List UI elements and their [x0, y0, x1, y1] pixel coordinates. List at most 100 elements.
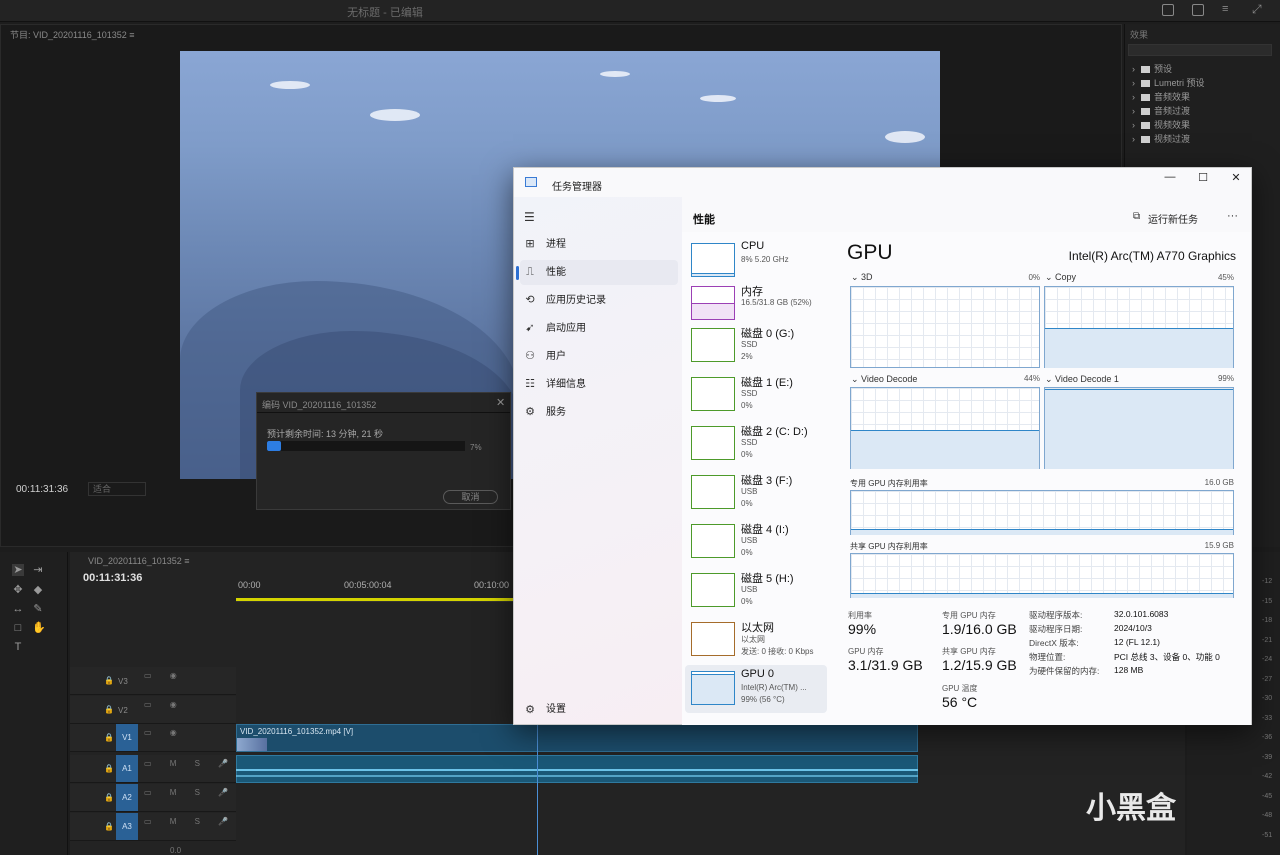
effects-folder-item[interactable]: › 音频效果	[1132, 90, 1190, 103]
lock-icon[interactable]: 🔒	[104, 793, 114, 802]
hamburger-menu-icon[interactable]: ☰	[524, 210, 535, 224]
resource-sub: 以太网	[741, 635, 765, 644]
detail-key: DirectX 版本:	[1029, 638, 1079, 648]
track-target-toggle[interactable]: V1	[116, 724, 138, 751]
effects-folder-item[interactable]: › 音频过渡	[1132, 104, 1190, 117]
folder-icon	[1141, 108, 1150, 116]
track-controls[interactable]: ▭ M S 🎤	[144, 788, 236, 797]
minimize-icon[interactable]: —	[1163, 171, 1177, 183]
pen-tool-icon[interactable]: ✎	[32, 603, 44, 615]
meter-db-label: -42	[1262, 773, 1273, 780]
track-controls[interactable]: ▭ ◉	[144, 700, 185, 709]
resource-sparkline	[691, 426, 735, 460]
gpu-temp-value: 56 °C	[942, 694, 978, 710]
engine-dropdown[interactable]: ⌄ Copy	[1045, 272, 1076, 283]
engine-percent: 99%	[1217, 374, 1234, 383]
time-remaining: 预计剩余时间: 13 分钟, 21 秒	[267, 429, 384, 439]
resource-name: CPU	[741, 240, 765, 252]
timeline-timecode[interactable]: 00:11:31:36	[83, 572, 142, 584]
chevron-right-icon: ›	[1132, 106, 1135, 116]
shared-memory-stat-label: 共享 GPU 内存	[942, 647, 996, 656]
nav-item[interactable]: 进程	[520, 232, 678, 257]
track-controls[interactable]: ▭ ◉	[144, 671, 185, 680]
rectangle-tool-icon[interactable]: □	[12, 622, 24, 634]
effects-folder-item[interactable]: › 视频效果	[1132, 118, 1190, 131]
dedicated-memory-graph	[850, 490, 1234, 535]
engine-percent: 44%	[1023, 374, 1040, 383]
nav-item-settings[interactable]: 设置	[520, 697, 678, 722]
share-icon[interactable]	[1192, 4, 1204, 16]
maximize-icon[interactable]: ☐	[1196, 171, 1210, 184]
effects-folder-item[interactable]: › 视频过渡	[1132, 132, 1190, 145]
encode-percent: 7%	[470, 443, 482, 452]
lock-icon[interactable]: 🔒	[104, 705, 114, 714]
nav-item[interactable]: 性能	[520, 260, 678, 285]
meter-db-label: -45	[1262, 792, 1273, 800]
nav-item[interactable]: 详细信息	[520, 372, 678, 397]
effects-header: 效果	[1130, 30, 1149, 40]
track-name: V2	[118, 706, 128, 715]
fit-dropdown[interactable]: 适合	[88, 482, 146, 496]
page-title: 性能	[693, 214, 715, 226]
divider	[257, 412, 510, 413]
resource-sub: SSD	[741, 389, 758, 398]
resource-sparkline	[691, 524, 735, 558]
lock-icon[interactable]: 🔒	[104, 733, 114, 742]
slip-tool-icon[interactable]: ↔	[12, 603, 24, 615]
nav-item[interactable]: 用户	[520, 344, 678, 369]
gpu-model: Intel(R) Arc(TM) A770 Graphics	[1068, 249, 1236, 263]
dedicated-memory-stat-label: 专用 GPU 内存	[942, 611, 996, 620]
resource-sub: 99% (56 °C)	[741, 695, 785, 704]
track-controls[interactable]: ▭ M S 🎤	[144, 759, 236, 768]
cancel-button[interactable]: 取消	[443, 490, 498, 504]
track-target-toggle[interactable]: A3	[116, 813, 138, 840]
nav-item[interactable]: 服务	[520, 400, 678, 425]
effects-folder-item[interactable]: › Lumetri 预设	[1132, 76, 1205, 89]
engine-dropdown[interactable]: ⌄ 3D	[851, 272, 873, 283]
effects-folder-label: 视频过渡	[1154, 134, 1191, 144]
lock-icon[interactable]: 🔒	[104, 822, 114, 831]
audio-waveform	[236, 769, 918, 771]
type-tool-icon[interactable]: T	[12, 641, 24, 653]
resource-name: 内存	[741, 286, 763, 298]
ruler-tick: 00:10:00	[474, 580, 510, 590]
lock-icon[interactable]: 🔒	[104, 676, 114, 685]
detail-key: 为硬件保留的内存:	[1029, 666, 1100, 676]
resource-sub: 0%	[741, 401, 753, 410]
gpu-memory-label: GPU 内存	[848, 647, 884, 656]
chevron-right-icon: ›	[1132, 64, 1135, 74]
razor-icon[interactable]: ◆	[32, 584, 44, 596]
hand-tool-icon[interactable]: ✋	[32, 622, 46, 634]
run-new-task-button[interactable]: 运行新任务	[1148, 211, 1198, 226]
expand-icon[interactable]: ⤢	[1252, 2, 1262, 17]
users-icon: ⚇	[525, 350, 535, 362]
track-controls[interactable]: ▭ ◉	[144, 728, 185, 737]
close-icon[interactable]: ✕	[1229, 171, 1243, 184]
watermark-logo: 小黑盒	[1086, 792, 1176, 825]
engine-dropdown[interactable]: ⌄ Video Decode 1	[1045, 374, 1119, 385]
lock-icon[interactable]: 🔒	[104, 764, 114, 773]
menu-icon[interactable]: ≡	[1222, 3, 1228, 15]
effects-folder-item[interactable]: › 预设	[1132, 62, 1172, 75]
timeline-tab[interactable]: VID_20201116_101352 ≡	[88, 556, 190, 566]
ripple-edit-icon[interactable]: ✥	[12, 584, 24, 596]
nav-item[interactable]: 应用历史记录	[520, 288, 678, 313]
more-options-button[interactable]: ···	[1227, 210, 1238, 222]
effects-folder-label: 音频效果	[1154, 92, 1191, 102]
close-icon[interactable]: ✕	[496, 396, 505, 409]
track-controls[interactable]: ▭ M S 🎤	[144, 817, 236, 826]
track-target-toggle[interactable]: A1	[116, 755, 138, 782]
resource-sub: 2%	[741, 352, 753, 361]
engine-dropdown[interactable]: ⌄ Video Decode	[851, 374, 917, 385]
effects-search-input[interactable]	[1128, 44, 1272, 56]
resource-sparkline	[691, 622, 735, 656]
effects-folder-label: 预设	[1154, 64, 1173, 74]
track-target-toggle[interactable]: A2	[116, 784, 138, 811]
meter-db-label: -48	[1262, 812, 1273, 819]
folder-icon	[1141, 66, 1150, 74]
nav-item[interactable]: 启动应用	[520, 316, 678, 341]
track-select-icon[interactable]: ⇥	[32, 564, 44, 576]
workspace-icon[interactable]	[1162, 4, 1174, 16]
selection-tool-icon[interactable]: ➤	[12, 564, 24, 576]
volume-value: 0.0	[170, 846, 182, 855]
